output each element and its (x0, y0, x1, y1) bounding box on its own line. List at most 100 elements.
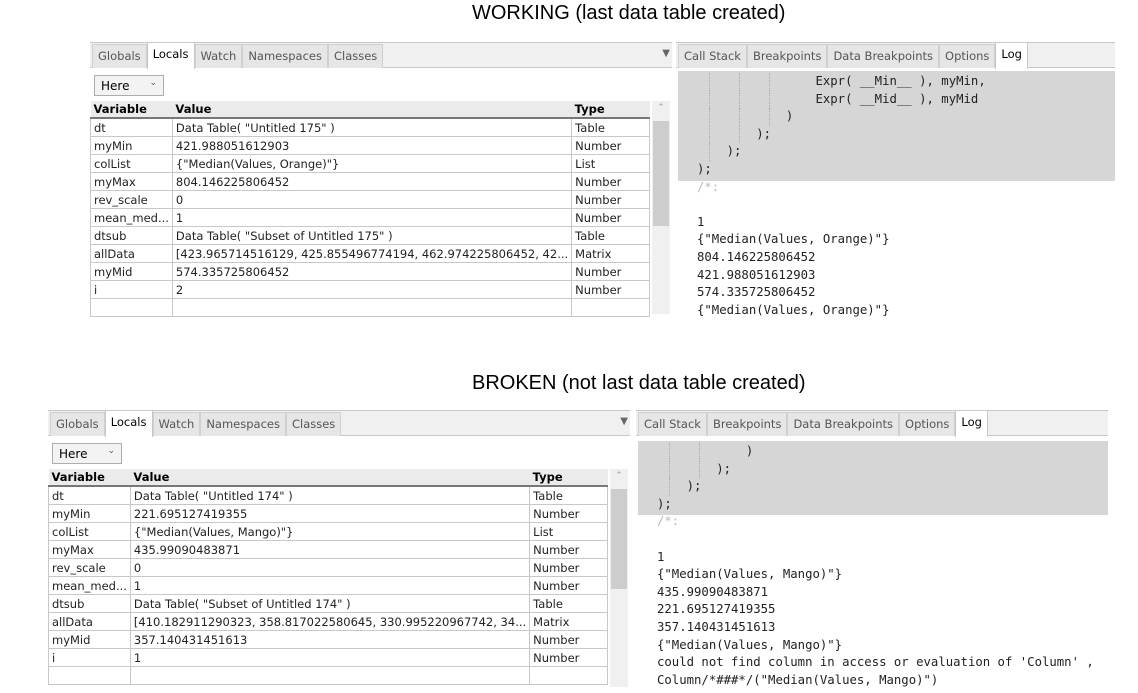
scrollbar-thumb[interactable] (653, 121, 669, 226)
tab-namespaces[interactable]: Namespaces (200, 412, 286, 436)
value-cell (171, 298, 573, 317)
tab-globals[interactable]: Globals (50, 412, 105, 436)
tab-globals[interactable]: Globals (92, 44, 147, 68)
code-line: ); (678, 143, 1115, 161)
scope-dropdown[interactable]: Here ⌄ (52, 443, 122, 464)
code-text: ); (657, 479, 702, 494)
column-header-variable[interactable]: Variable (48, 469, 131, 487)
log-line: {"Median(Values, Mango)"} (657, 567, 843, 582)
log-output[interactable]: Expr( __Min__ ), myMin, Expr( __Mid__ ),… (678, 71, 1115, 319)
table-row[interactable]: myMin 421.988051612903 Number (90, 136, 651, 155)
value-cell: 1 (171, 208, 573, 227)
variable-cell: colList (90, 154, 173, 173)
variable-cell: allData (90, 244, 173, 263)
panel-menu-icon[interactable]: ▼ (662, 48, 670, 59)
table-row[interactable] (90, 298, 651, 317)
table-row[interactable]: colList {"Median(Values, Mango)"} List (48, 522, 609, 541)
variable-cell: myMin (90, 136, 173, 155)
log-line: could not find column in access or evalu… (657, 655, 1094, 670)
table-row[interactable]: dt Data Table( "Untitled 174" ) Table (48, 485, 609, 505)
table-row[interactable]: allData [410.182911290323, 358.8170225806… (48, 612, 609, 631)
variable-cell (90, 298, 173, 317)
column-header-variable[interactable]: Variable (90, 101, 173, 119)
scroll-up-icon[interactable]: ⌃ (610, 471, 628, 481)
value-cell: 221.695127419355 (129, 504, 531, 523)
variable-cell: i (90, 280, 173, 299)
type-cell (571, 298, 651, 317)
type-cell: Number (571, 172, 651, 191)
indent-guide (769, 73, 770, 91)
tab-classes[interactable]: Classes (327, 44, 384, 68)
scroll-up-icon[interactable]: ⌃ (652, 103, 670, 113)
tab-options[interactable]: Options (899, 412, 956, 436)
type-cell: Matrix (571, 244, 651, 263)
tab-data-breakpoints[interactable]: Data Breakpoints (827, 44, 940, 68)
indent-guide (669, 443, 670, 461)
code-text: ) (657, 444, 754, 458)
tab-classes[interactable]: Classes (285, 412, 342, 436)
table-row[interactable]: i 2 Number (90, 280, 651, 299)
tab-breakpoints[interactable]: Breakpoints (706, 412, 788, 436)
table-row[interactable]: mean_med... 1 Number (90, 208, 651, 227)
table-row[interactable]: rev_scale 0 Number (90, 190, 651, 209)
value-cell: {"Median(Values, Mango)"} (129, 522, 531, 541)
table-row[interactable]: mean_med... 1 Number (48, 576, 609, 595)
broken-heading: BROKEN (not last data table created) (472, 372, 806, 394)
column-header-value[interactable]: Value (172, 101, 572, 119)
log-line: {"Median(Values, Orange)"} (697, 302, 890, 317)
table-row[interactable]: myMax 804.146225806452 Number (90, 172, 651, 191)
scope-dropdown[interactable]: Here ⌄ (94, 75, 164, 96)
code-line: ) (638, 443, 1108, 461)
table-row[interactable]: colList {"Median(Values, Orange)"} List (90, 154, 651, 173)
value-cell: 574.335725806452 (171, 262, 573, 281)
scrollbar-thumb[interactable] (611, 489, 627, 589)
tab-log[interactable]: Log (995, 42, 1028, 69)
value-cell: Data Table( "Untitled 175" ) (171, 117, 573, 137)
table-row[interactable]: myMin 221.695127419355 Number (48, 504, 609, 523)
tab-locals[interactable]: Locals (104, 410, 153, 437)
table-row[interactable]: i 1 Number (48, 648, 609, 667)
table-row[interactable]: allData [423.965714516129, 425.8554967741… (90, 244, 651, 263)
tab-breakpoints[interactable]: Breakpoints (746, 44, 828, 68)
table-row[interactable]: dtsub Data Table( "Subset of Untitled 174… (48, 594, 609, 613)
type-cell: List (529, 522, 609, 541)
tab-call-stack[interactable]: Call Stack (678, 44, 747, 68)
value-cell: 0 (129, 558, 531, 577)
column-header-type[interactable]: Type (571, 101, 650, 119)
tab-namespaces[interactable]: Namespaces (242, 44, 328, 68)
table-row[interactable]: myMid 357.140431451613 Number (48, 630, 609, 649)
tab-data-breakpoints[interactable]: Data Breakpoints (787, 412, 900, 436)
table-header: Variable Value Type (48, 469, 608, 487)
log-output[interactable]: ) ); );); /*: 1 {"Median(Values, Mango)"} 4… (638, 441, 1108, 693)
tab-watch[interactable]: Watch (152, 412, 201, 436)
tab-log[interactable]: Log (955, 410, 988, 437)
type-cell: Matrix (529, 612, 609, 631)
log-line: Column/*###*/("Median(Values, Mango)") (657, 672, 939, 687)
log-line: 1 (697, 214, 705, 229)
table-row[interactable]: dtsub Data Table( "Subset of Untitled 175… (90, 226, 651, 245)
table-row[interactable]: myMax 435.99090483871 Number (48, 540, 609, 559)
panel-menu-icon[interactable]: ▼ (620, 416, 628, 427)
table-row[interactable] (48, 666, 609, 685)
indent-guide (709, 108, 710, 126)
tab-locals[interactable]: Locals (146, 42, 195, 69)
log-line: 221.695127419355 (657, 602, 776, 617)
code-line: Expr( __Min__ ), myMin, (678, 73, 1115, 91)
scope-dropdown-value: Here (59, 447, 88, 461)
tab-call-stack[interactable]: Call Stack (638, 412, 707, 436)
value-cell: [423.965714516129, 425.855496774194, 462… (171, 244, 573, 263)
vertical-scrollbar[interactable]: ⌃ (610, 469, 628, 687)
indent-guide (699, 443, 700, 461)
vertical-scrollbar[interactable]: ⌃ (652, 101, 670, 314)
table-row[interactable]: dt Data Table( "Untitled 175" ) Table (90, 117, 651, 137)
tab-options[interactable]: Options (939, 44, 996, 68)
type-cell: Number (571, 208, 651, 227)
table-row[interactable]: myMid 574.335725806452 Number (90, 262, 651, 281)
column-header-type[interactable]: Type (529, 469, 608, 487)
variable-cell: colList (48, 522, 131, 541)
column-header-value[interactable]: Value (130, 469, 530, 487)
type-cell: Table (529, 594, 609, 613)
value-cell: 804.146225806452 (171, 172, 573, 191)
table-row[interactable]: rev_scale 0 Number (48, 558, 609, 577)
tab-watch[interactable]: Watch (194, 44, 243, 68)
